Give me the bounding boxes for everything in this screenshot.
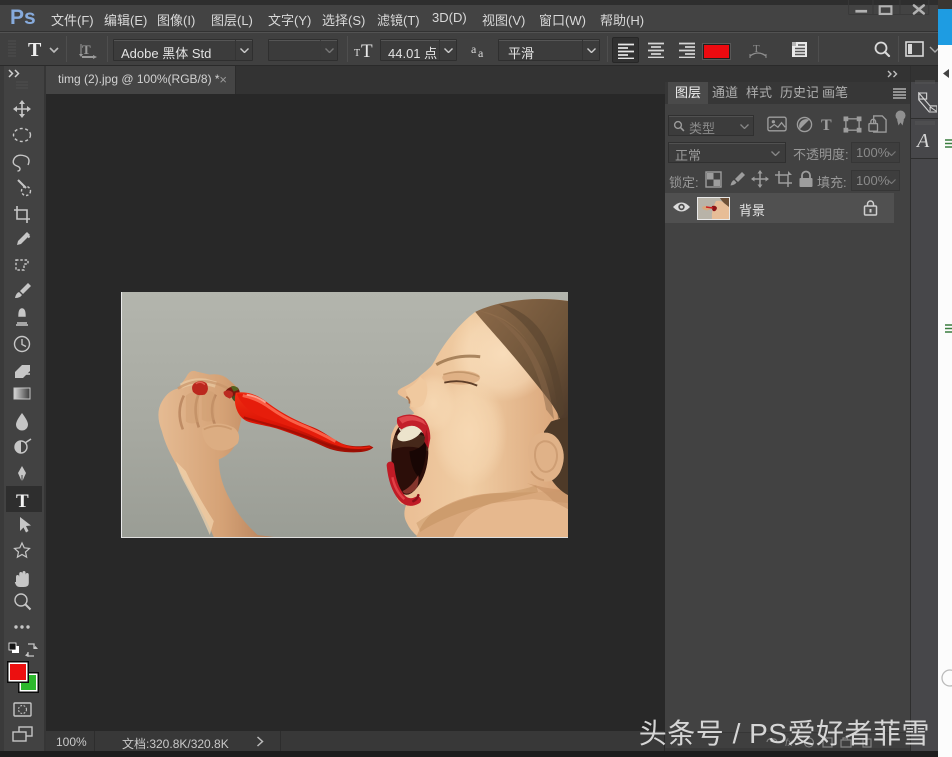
svg-text:T: T <box>16 491 29 512</box>
svg-text:a: a <box>478 46 484 59</box>
svg-text:T: T <box>28 39 42 61</box>
svg-text:T: T <box>354 48 360 59</box>
svg-text:T: T <box>361 41 373 61</box>
svg-text:T: T <box>821 117 832 133</box>
svg-text:a: a <box>471 43 477 56</box>
svg-text:T: T <box>82 42 91 57</box>
